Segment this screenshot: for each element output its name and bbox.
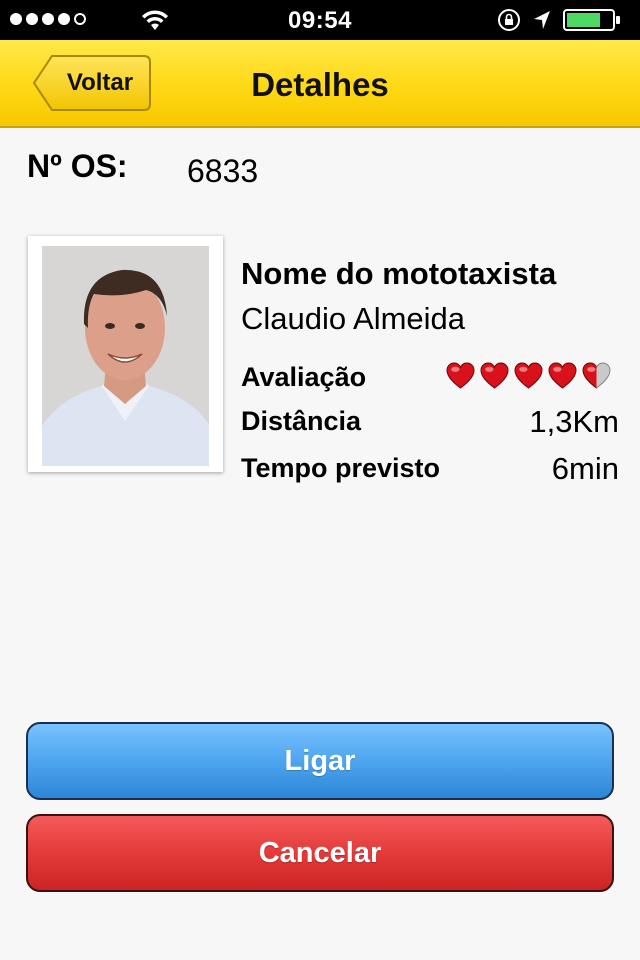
page-title: Detalhes bbox=[251, 66, 389, 103]
call-button[interactable]: Ligar bbox=[26, 722, 614, 800]
rating-hearts bbox=[446, 362, 611, 389]
location-arrow-icon bbox=[532, 9, 552, 36]
driver-name: Claudio Almeida bbox=[241, 301, 466, 336]
driver-name-heading: Nome do mototaxista bbox=[241, 256, 557, 291]
rating-label: Avaliação bbox=[241, 362, 367, 392]
heart-icon bbox=[446, 362, 475, 389]
navigation-bar: Voltar Detalhes bbox=[0, 40, 640, 128]
order-number-value: 6833 bbox=[187, 153, 259, 189]
heart-icon bbox=[480, 362, 509, 389]
estimated-time-label: Tempo previsto bbox=[241, 453, 441, 483]
heart-icon bbox=[514, 362, 543, 389]
status-bar: 09:54 bbox=[0, 0, 640, 40]
heart-icon bbox=[548, 362, 577, 389]
heart-icon bbox=[582, 362, 611, 389]
driver-photo-frame bbox=[28, 236, 223, 472]
battery-icon bbox=[563, 9, 623, 36]
distance-label: Distância bbox=[241, 406, 362, 436]
orientation-lock-icon bbox=[497, 8, 521, 37]
driver-photo bbox=[42, 246, 209, 466]
order-number-label: Nº OS: bbox=[27, 148, 128, 184]
cancel-button[interactable]: Cancelar bbox=[26, 814, 614, 892]
estimated-time-value: 6min bbox=[551, 451, 619, 486]
distance-value: 1,3Km bbox=[529, 404, 619, 439]
